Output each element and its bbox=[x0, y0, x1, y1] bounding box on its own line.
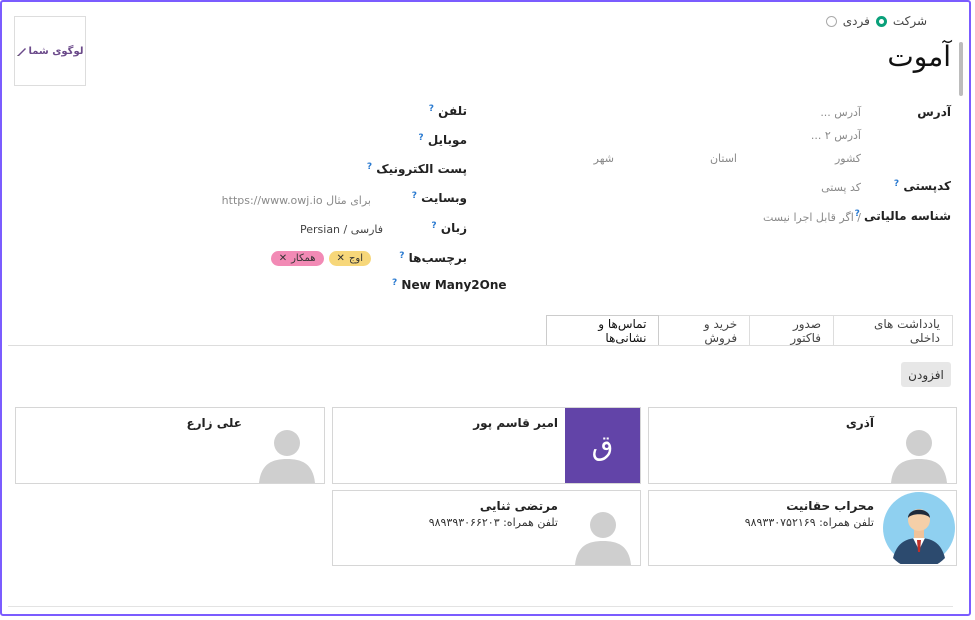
tab-invoicing[interactable]: صدور فاکتور bbox=[749, 315, 835, 345]
phone-label: تلفن ? bbox=[429, 104, 467, 118]
partner-type-selector: فردی شرکت bbox=[825, 14, 927, 28]
avatar-letter: ق bbox=[591, 429, 614, 462]
tag-label: اوج bbox=[348, 253, 363, 264]
contact-name: علی زارع bbox=[186, 416, 242, 430]
scrollbar[interactable] bbox=[959, 42, 963, 96]
person-silhouette-icon bbox=[574, 512, 631, 565]
avatar bbox=[881, 491, 956, 565]
contact-name: امیر قاسم پور bbox=[473, 416, 558, 430]
remove-tag-icon[interactable]: ✕ bbox=[279, 253, 287, 264]
many2one-label: ? New Many2One bbox=[392, 278, 507, 292]
tab-contacts[interactable]: تماس‌ها و نشانی‌ها bbox=[546, 315, 660, 346]
man-in-suit-icon bbox=[882, 492, 955, 564]
notebook-tabs: تماس‌ها و نشانی‌ها خرید و فروش صدور فاکت… bbox=[546, 315, 953, 346]
website-label: وبسایت ? bbox=[412, 191, 467, 205]
help-icon[interactable]: ? bbox=[418, 133, 423, 143]
contact-card[interactable]: محراب حقانیت تلفن همراه: ۹۸۹۳۳۰۷۵۲۱۶۹ bbox=[648, 490, 957, 566]
avatar bbox=[249, 408, 324, 483]
phone-label-text: تلفن bbox=[438, 104, 467, 118]
person-silhouette-icon bbox=[258, 430, 315, 483]
avatar: ق bbox=[565, 408, 640, 483]
help-icon[interactable]: ? bbox=[367, 162, 372, 172]
tab-divider bbox=[8, 345, 953, 346]
language-label: زبان ? bbox=[431, 221, 467, 235]
many2one-label-text: New Many2One bbox=[401, 278, 507, 292]
address-label: آدرس bbox=[917, 105, 951, 119]
contact-name: محراب حقانیت bbox=[786, 499, 874, 513]
contact-phone: تلفن همراه: ۹۸۹۳۹۳۰۶۶۲۰۳ bbox=[428, 516, 558, 529]
tags-label: برچسب‌ها ? bbox=[399, 251, 467, 265]
remove-tag-icon[interactable]: ✕ bbox=[337, 253, 345, 264]
tax-label-text: شناسه مالیاتی bbox=[864, 209, 951, 223]
help-icon[interactable]: ? bbox=[431, 221, 436, 231]
tax-input[interactable]: / اگر قابل اجرا نیست bbox=[763, 211, 861, 224]
help-icon[interactable]: ? bbox=[894, 179, 899, 189]
email-label-text: پست الکترونیک bbox=[376, 162, 467, 176]
add-contact-button[interactable]: افزودن bbox=[901, 362, 951, 387]
tax-label: شناسه مالیاتی ? bbox=[855, 209, 951, 223]
country-input[interactable]: کشور bbox=[835, 152, 861, 165]
pen-icon bbox=[17, 48, 27, 56]
help-icon[interactable]: ? bbox=[399, 251, 404, 261]
tab-sales-purchase[interactable]: خرید و فروش bbox=[658, 315, 751, 345]
street2-input[interactable]: آدرس ۲ ... bbox=[811, 129, 861, 142]
zip-label-text: کدپستی bbox=[903, 179, 951, 193]
person-silhouette-icon bbox=[890, 430, 947, 483]
help-icon[interactable]: ? bbox=[412, 191, 417, 201]
contact-name: مرتضی ثنایی bbox=[479, 499, 558, 513]
tags-field[interactable]: اوج ✕ همکار ✕ bbox=[270, 251, 371, 266]
website-label-text: وبسایت bbox=[421, 191, 467, 205]
email-label: پست الکترونیک ? bbox=[367, 162, 467, 176]
contact-card[interactable]: آذری bbox=[648, 407, 957, 484]
company-label[interactable]: شرکت bbox=[893, 14, 927, 28]
contact-card[interactable]: علی زارع bbox=[15, 407, 325, 484]
avatar bbox=[565, 491, 640, 565]
form-frame: فردی شرکت آموت لوگوی شما آدرس آدرس ... آ… bbox=[0, 0, 971, 616]
contact-card[interactable]: ق امیر قاسم پور bbox=[332, 407, 641, 484]
tags-label-text: برچسب‌ها bbox=[408, 251, 467, 265]
contact-card[interactable]: مرتضی ثنایی تلفن همراه: ۹۸۹۳۹۳۰۶۶۲۰۳ bbox=[332, 490, 641, 566]
company-name[interactable]: آموت bbox=[887, 40, 951, 73]
help-icon[interactable]: ? bbox=[392, 278, 397, 288]
radio-individual[interactable] bbox=[825, 15, 837, 27]
zip-label: کدپستی ? bbox=[894, 179, 951, 193]
tag-owj[interactable]: اوج ✕ bbox=[328, 251, 371, 266]
radio-company[interactable] bbox=[875, 15, 887, 27]
form-bottom-divider bbox=[8, 606, 953, 607]
individual-label[interactable]: فردی bbox=[843, 14, 870, 28]
contact-name: آذری bbox=[845, 416, 874, 430]
city-input[interactable]: شهر bbox=[594, 152, 614, 165]
mobile-label-text: موبایل bbox=[427, 133, 467, 147]
street-input[interactable]: آدرس ... bbox=[820, 106, 861, 119]
language-select[interactable]: Persian / فارسی bbox=[300, 223, 383, 236]
mobile-label: موبایل ? bbox=[418, 133, 467, 147]
avatar bbox=[881, 408, 956, 483]
company-logo[interactable]: لوگوی شما bbox=[14, 16, 86, 86]
state-input[interactable]: استان bbox=[710, 152, 737, 165]
tag-label: همکار bbox=[291, 253, 316, 264]
website-input[interactable]: برای مثال https://www.owj.io bbox=[222, 194, 371, 207]
tab-internal-notes[interactable]: یادداشت های داخلی bbox=[833, 315, 953, 345]
help-icon[interactable]: ? bbox=[429, 104, 434, 114]
logo-text: لوگوی شما bbox=[28, 45, 84, 57]
language-label-text: زبان bbox=[440, 221, 467, 235]
contact-phone: تلفن همراه: ۹۸۹۳۳۰۷۵۲۱۶۹ bbox=[744, 516, 874, 529]
tag-colleague[interactable]: همکار ✕ bbox=[270, 251, 324, 266]
zip-input[interactable]: کد پستی bbox=[821, 181, 861, 194]
